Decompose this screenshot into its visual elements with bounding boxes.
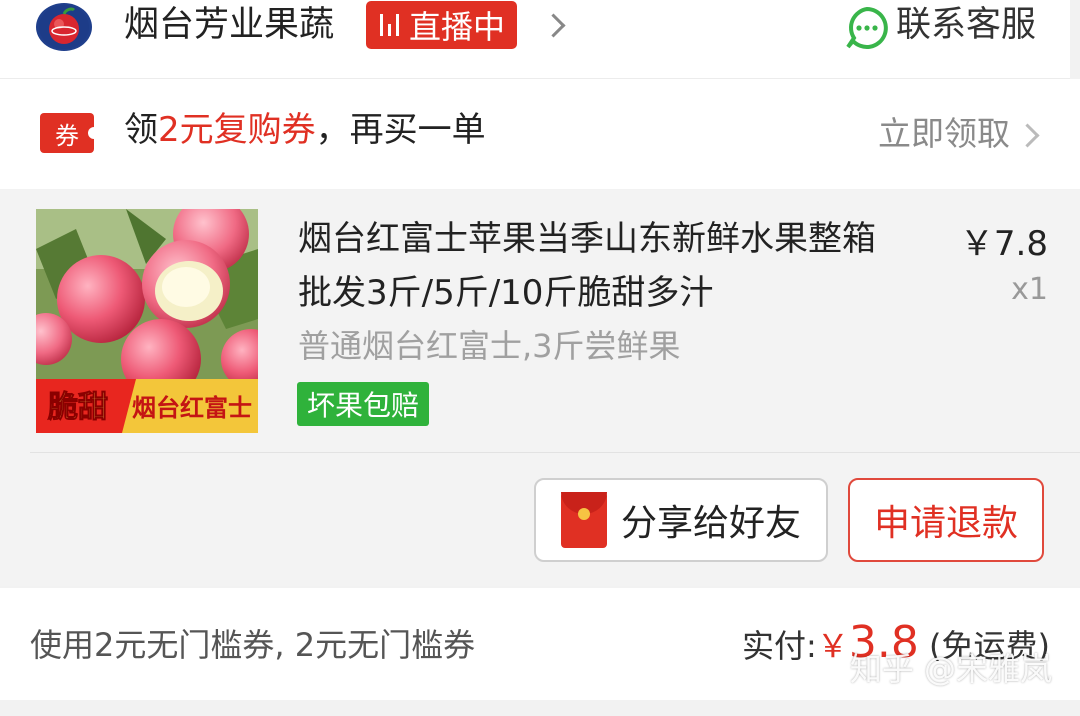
- coupon-text-suffix: ，再买一单: [315, 110, 486, 150]
- shop-logo-icon[interactable]: [36, 3, 92, 51]
- chat-bubble-icon: [844, 5, 888, 49]
- product-title[interactable]: 烟台红富士苹果当季山东新鲜水果整箱批发3斤/5斤/10斤脆甜多汁: [298, 212, 908, 320]
- image-badge-right-text: 烟台红富士: [132, 394, 252, 422]
- coupon-text-highlight: 2元复购券: [158, 110, 316, 150]
- share-label: 分享给好友: [620, 503, 801, 544]
- watermark: 知乎 @宋雅岚: [849, 650, 1052, 688]
- coupon-chevron-right-icon[interactable]: [1015, 123, 1040, 148]
- product-price: ￥7.8: [959, 224, 1048, 264]
- divider: [30, 452, 1080, 453]
- shop-header: 烟台芳业果蔬 直播中 联系客服: [0, 0, 1070, 79]
- coupon-claim-button[interactable]: 立即领取: [878, 111, 1010, 157]
- guarantee-badge: 坏果包赔: [297, 382, 430, 426]
- coupon-used-text: 使用2元无门槛券, 2元无门槛券: [30, 626, 476, 664]
- paid-label: 实付:: [742, 627, 817, 665]
- product-spec: 普通烟台红富士,3斤尝鲜果: [298, 327, 681, 365]
- live-label: 直播中: [409, 8, 506, 46]
- contact-service-label: 联系客服: [895, 5, 1036, 45]
- product-quantity: x1: [1011, 272, 1048, 307]
- coupon-tag: 券: [40, 113, 100, 153]
- refund-label: 申请退款: [873, 503, 1018, 544]
- red-packet-icon: [560, 492, 607, 548]
- contact-service-button[interactable]: 联系客服: [844, 2, 1036, 49]
- image-badge-left-text: 脆甜: [47, 390, 108, 425]
- shop-chevron-right-icon[interactable]: [541, 13, 566, 38]
- coupon-text-prefix: 领: [124, 110, 158, 150]
- live-bars-icon: [380, 14, 399, 36]
- product-image[interactable]: 脆甜 烟台红富士: [36, 209, 258, 433]
- live-badge[interactable]: 直播中: [366, 1, 518, 49]
- shop-name[interactable]: 烟台芳业果蔬: [124, 2, 334, 48]
- refund-button[interactable]: 申请退款: [848, 478, 1044, 562]
- coupon-text: 领2元复购券，再买一单: [124, 107, 486, 153]
- share-button[interactable]: 分享给好友: [534, 478, 828, 562]
- coupon-row[interactable]: 券 领2元复购券，再买一单 立即领取: [0, 79, 1080, 189]
- currency-symbol: ￥: [816, 627, 849, 665]
- product-card[interactable]: 脆甜 烟台红富士 烟台红富士苹果当季山东新鲜水果整箱批发3斤/5斤/10斤脆甜多…: [0, 190, 1080, 586]
